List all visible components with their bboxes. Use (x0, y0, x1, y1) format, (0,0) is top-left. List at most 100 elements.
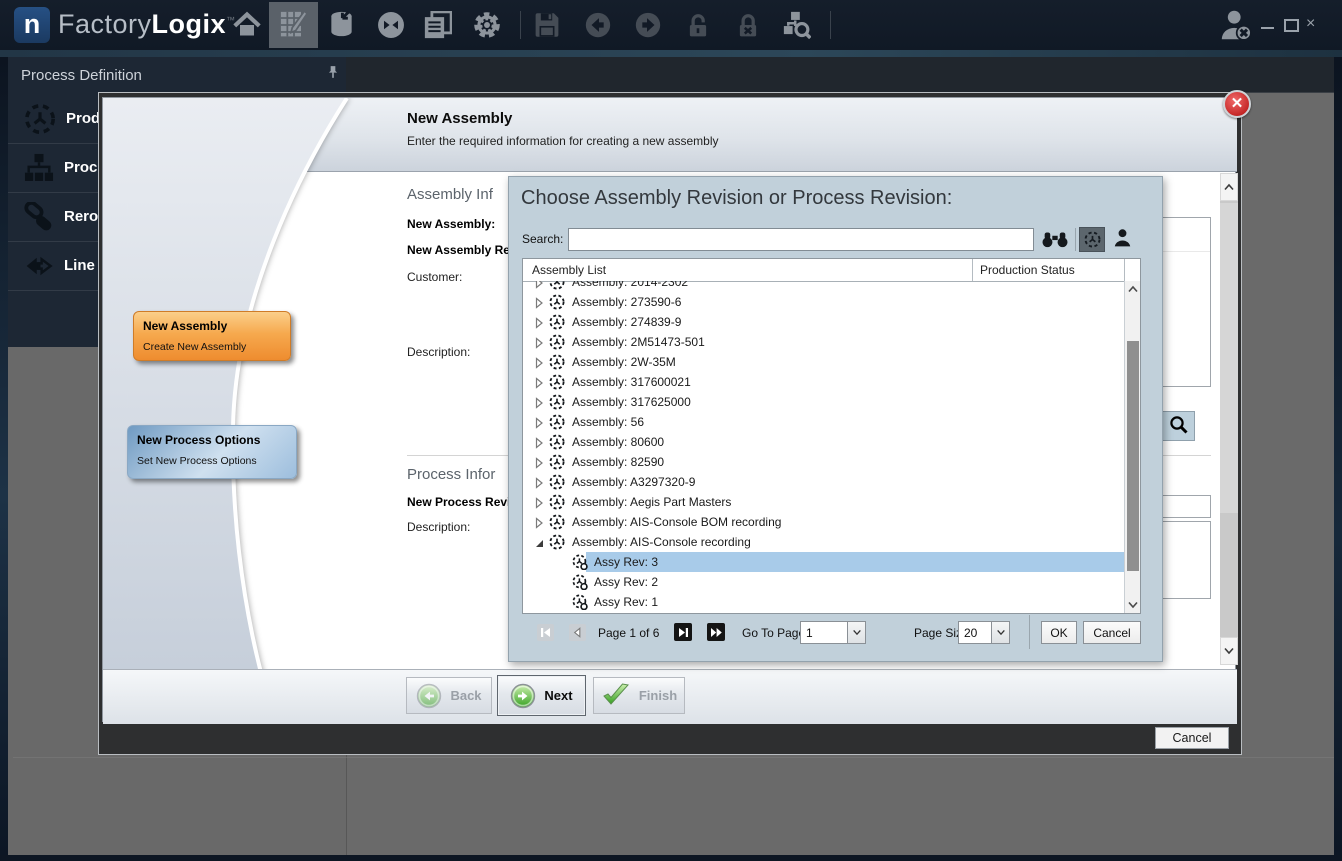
scroll-down-button[interactable] (1220, 637, 1238, 665)
data-import-icon[interactable] (327, 10, 356, 39)
assembly-icon (572, 574, 588, 590)
picker-cancel-button[interactable]: Cancel (1083, 621, 1141, 644)
assembly-tree-row[interactable]: Assembly: 317625000 (523, 392, 1124, 412)
last-page-button[interactable] (707, 623, 725, 641)
assembly-tree-row[interactable]: Assembly: AIS-Console BOM recording (523, 512, 1124, 532)
assembly-tree-row[interactable]: Assembly: 56 (523, 412, 1124, 432)
process-information-heading: Process Infor (407, 466, 495, 483)
audit-search-icon[interactable] (783, 11, 811, 39)
expander-icon[interactable] (533, 356, 545, 370)
next-page-button[interactable] (674, 623, 692, 641)
customer-textarea[interactable] (1162, 217, 1211, 387)
host-cancel-button[interactable]: Cancel (1155, 727, 1229, 749)
expander-icon[interactable] (533, 496, 545, 510)
search-input[interactable] (568, 228, 1034, 251)
picker-title: Choose Assembly Revision or Process Revi… (521, 187, 952, 210)
chevron-up-icon[interactable] (1127, 285, 1139, 293)
page-size-select[interactable]: 20 (958, 621, 1010, 644)
home-icon[interactable] (233, 11, 261, 39)
assembly-search-button[interactable] (1162, 411, 1195, 441)
expander-icon[interactable] (533, 536, 545, 550)
assembly-tree-row[interactable]: Assembly: 80600 (523, 432, 1124, 452)
column-production-status[interactable]: Production Status (980, 263, 1075, 277)
expander-icon[interactable] (533, 436, 545, 450)
assembly-tree-row[interactable]: Assembly: AIS-Console recording (523, 532, 1124, 552)
chevron-down-icon (852, 629, 862, 636)
assembly-tree-row[interactable]: Assy Rev: 3 (523, 552, 1124, 572)
user-logout-icon[interactable] (1220, 9, 1252, 41)
unlock-icon[interactable] (685, 12, 711, 38)
operator-filter-icon[interactable] (1113, 228, 1132, 247)
assembly-tree-row[interactable]: Assembly: 273590-6 (523, 292, 1124, 312)
expander-icon[interactable] (533, 336, 545, 350)
magnifier-icon (1169, 415, 1189, 435)
expander-icon[interactable] (533, 296, 545, 310)
assembly-tree-row[interactable]: Assembly: 82590 (523, 452, 1124, 472)
dropdown-arrow-icon[interactable] (847, 622, 865, 643)
process-design-icon[interactable] (280, 11, 308, 39)
assembly-tree-row[interactable]: Assembly: A3297320-9 (523, 472, 1124, 492)
expander-icon[interactable] (533, 516, 545, 530)
expander-icon[interactable] (533, 396, 545, 410)
maximize-button[interactable] (1284, 19, 1299, 32)
column-separator[interactable] (972, 259, 973, 281)
assembly-icon (24, 103, 56, 135)
new-assembly-revision-label: New Assembly Re (407, 243, 510, 257)
wizard-scrollbar[interactable] (1220, 173, 1238, 665)
expander-icon[interactable] (533, 376, 545, 390)
save-icon[interactable] (534, 12, 560, 38)
pin-icon[interactable] (326, 65, 340, 79)
back-arrow-icon (416, 683, 442, 709)
toolbar-separator (520, 11, 521, 39)
list-scrollbar[interactable] (1124, 281, 1140, 613)
assembly-icon (549, 374, 565, 390)
dropdown-arrow-icon[interactable] (991, 622, 1009, 643)
goto-page-select[interactable]: 1 (800, 621, 866, 644)
expander-icon[interactable] (533, 456, 545, 470)
finish-button[interactable]: Finish (593, 677, 685, 714)
assembly-tree-row[interactable]: Assembly: 2W-35M (523, 352, 1124, 372)
wizard-step-new-assembly[interactable]: New Assembly Create New Assembly (133, 311, 291, 361)
previous-page-icon (571, 626, 584, 639)
column-assembly-list[interactable]: Assembly List (532, 263, 606, 277)
expander-icon[interactable] (533, 416, 545, 430)
assembly-tree-row[interactable]: Assembly: 274839-9 (523, 312, 1124, 332)
assembly-tree-row[interactable]: Assy Rev: 1 (523, 592, 1124, 612)
dialog-close-button[interactable]: ✕ (1223, 90, 1251, 118)
content-header-band (346, 57, 1334, 93)
chevron-down-icon[interactable] (1127, 601, 1139, 609)
lock-discard-icon[interactable] (735, 12, 761, 38)
reports-icon[interactable] (424, 11, 452, 39)
close-window-button[interactable]: × (1306, 15, 1315, 33)
settings-gear-icon[interactable] (473, 11, 501, 39)
sync-icon[interactable] (377, 11, 405, 39)
expander-icon[interactable] (533, 281, 545, 290)
next-button[interactable]: Next (497, 675, 586, 716)
navigate-back-icon[interactable] (585, 12, 611, 38)
expander-icon[interactable] (533, 316, 545, 330)
assembly-tree-row[interactable]: Assembly: 317600021 (523, 372, 1124, 392)
new-process-revision-field[interactable] (1162, 495, 1211, 518)
wizard-step-new-process-options[interactable]: New Process Options Set New Process Opti… (127, 425, 297, 479)
first-page-button[interactable] (537, 624, 554, 641)
assembly-tree-viewport[interactable]: Assembly: 2014-2302 Assembly: 273590-6 A… (523, 281, 1124, 613)
binoculars-icon[interactable] (1041, 229, 1069, 249)
chevron-down-icon (1223, 647, 1235, 655)
previous-page-button[interactable] (569, 624, 586, 641)
assembly-filter-toggle[interactable] (1079, 227, 1105, 252)
page-info: Page 1 of 6 (598, 626, 659, 640)
assembly-tree-row[interactable]: Assembly: 2014-2302 (523, 281, 1124, 292)
scrollbar-thumb[interactable] (1127, 341, 1139, 571)
scroll-up-button[interactable] (1220, 173, 1238, 201)
assembly-tree-row[interactable]: Assembly: 2M51473-501 (523, 332, 1124, 352)
ok-button[interactable]: OK (1041, 621, 1077, 644)
assembly-tree-row[interactable]: Assy Rev: 2 (523, 572, 1124, 592)
assembly-tree-row[interactable]: Assembly: Aegis Part Masters (523, 492, 1124, 512)
navigate-forward-icon[interactable] (635, 12, 661, 38)
minimize-button[interactable] (1261, 27, 1274, 29)
scrollbar-thumb[interactable] (1220, 203, 1238, 513)
back-button[interactable]: Back (406, 677, 492, 714)
assembly-row-label: Assembly: AIS-Console BOM recording (572, 515, 781, 529)
expander-icon[interactable] (533, 476, 545, 490)
process-description-textarea[interactable] (1162, 521, 1211, 599)
